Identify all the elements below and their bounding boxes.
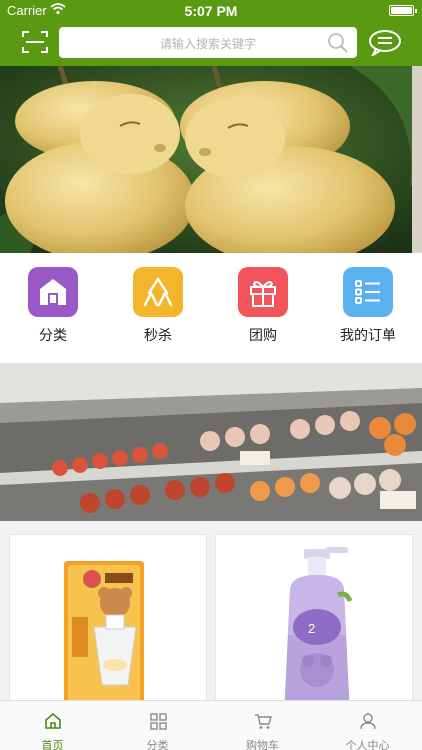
tab-label: 首页 — [41, 740, 64, 750]
search-icon[interactable] — [327, 32, 349, 59]
quick-nav-label: 我的订单 — [340, 327, 396, 343]
tab-label: 购物车 — [246, 740, 279, 750]
quick-nav-flash-sale[interactable]: 秒杀 — [118, 267, 198, 345]
app-screen: Carrier 5:07 PM 请输入搜索关键字 分类 秒杀 团购 我的订单 2… — [0, 0, 422, 750]
quick-nav-label: 分类 — [39, 327, 67, 343]
tab-label: 个人中心 — [345, 740, 390, 750]
top-header: Carrier 5:07 PM 请输入搜索关键字 — [0, 0, 422, 66]
quick-nav-category[interactable]: 分类 — [13, 267, 93, 345]
list-icon — [343, 267, 393, 317]
banner-image[interactable] — [0, 66, 422, 253]
product-grid: 2 — [0, 522, 422, 714]
product-card[interactable]: 2 — [215, 534, 413, 714]
tab-home[interactable]: 首页 — [0, 701, 105, 750]
cart-icon — [210, 711, 315, 731]
search-input[interactable]: 请输入搜索关键字 — [59, 27, 357, 58]
message-icon[interactable] — [368, 30, 402, 61]
tab-category[interactable]: 分类 — [105, 701, 210, 750]
house-icon — [28, 267, 78, 317]
product-image: 2 — [216, 535, 412, 713]
product-image — [10, 535, 206, 713]
promo-banner-image[interactable] — [0, 363, 422, 521]
quick-nav-label: 秒杀 — [144, 327, 172, 343]
tab-cart[interactable]: 购物车 — [210, 701, 315, 750]
quick-nav: 分类 秒杀 团购 我的订单 — [0, 253, 422, 363]
crowd-icon — [133, 267, 183, 317]
product-card[interactable] — [9, 534, 207, 714]
scan-icon[interactable] — [22, 30, 48, 54]
gift-icon — [238, 267, 288, 317]
user-icon — [315, 711, 420, 731]
battery-icon — [389, 5, 417, 16]
status-bar: Carrier 5:07 PM — [0, 0, 422, 22]
home-icon — [0, 711, 105, 731]
tab-label: 分类 — [146, 740, 169, 750]
tab-profile[interactable]: 个人中心 — [315, 701, 420, 750]
search-placeholder: 请输入搜索关键字 — [159, 37, 256, 51]
status-time: 5:07 PM — [184, 3, 238, 19]
quick-nav-group-buy[interactable]: 团购 — [223, 267, 303, 345]
svg-text:2: 2 — [308, 621, 315, 636]
quick-nav-my-orders[interactable]: 我的订单 — [328, 267, 408, 345]
grid-icon — [105, 711, 210, 731]
bottom-tab-bar: 首页 分类 购物车 个人中心 — [0, 700, 422, 750]
quick-nav-label: 团购 — [249, 327, 277, 343]
